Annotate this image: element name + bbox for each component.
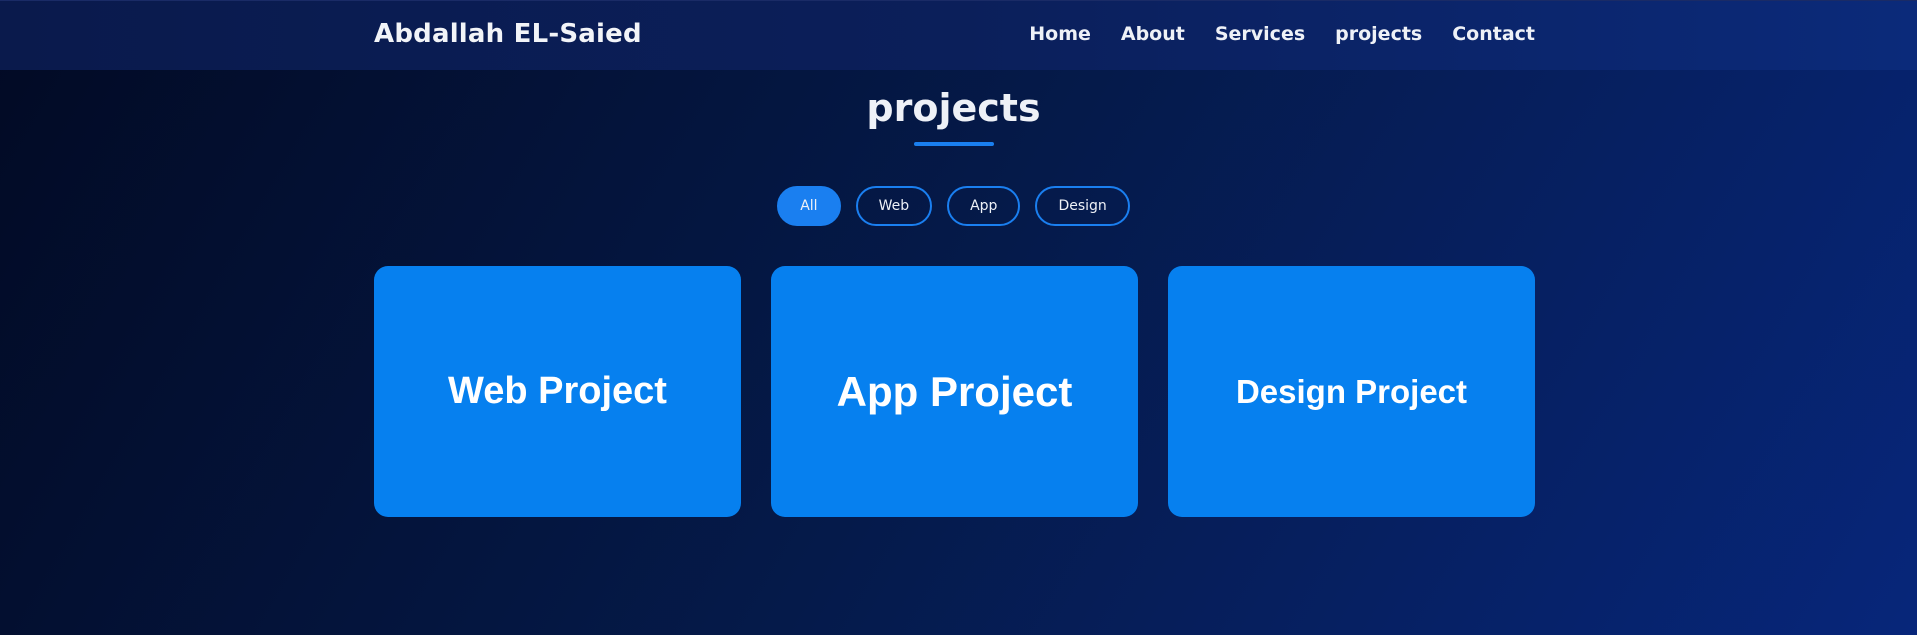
title-underline: [914, 142, 994, 146]
filter-design-button[interactable]: Design: [1035, 186, 1130, 226]
nav-home[interactable]: Home: [1029, 23, 1091, 45]
project-cards: Web Project App Project Design Project: [374, 266, 1535, 517]
filter-all-button[interactable]: All: [777, 186, 841, 226]
project-card-web[interactable]: Web Project: [374, 266, 741, 517]
section-title: projects: [866, 86, 1041, 130]
project-card-title: App Project: [836, 367, 1073, 415]
filter-app-button[interactable]: App: [947, 186, 1021, 226]
project-card-app[interactable]: App Project: [771, 266, 1138, 517]
main-nav: Home About Services projects Contact: [999, 23, 1535, 45]
nav-projects[interactable]: projects: [1335, 23, 1422, 45]
project-card-title: Design Project: [1235, 372, 1468, 410]
project-filters: All Web App Design: [0, 186, 1907, 226]
nav-services[interactable]: Services: [1215, 23, 1305, 45]
filter-web-button[interactable]: Web: [855, 186, 933, 226]
navbar: Abdallah EL-Saied Home About Services pr…: [0, 0, 1917, 70]
project-card-title: Web Project: [448, 370, 667, 412]
project-card-design[interactable]: Design Project: [1168, 266, 1535, 517]
brand-logo[interactable]: Abdallah EL-Saied: [374, 19, 642, 49]
nav-contact[interactable]: Contact: [1452, 23, 1535, 45]
nav-about[interactable]: About: [1121, 23, 1185, 45]
